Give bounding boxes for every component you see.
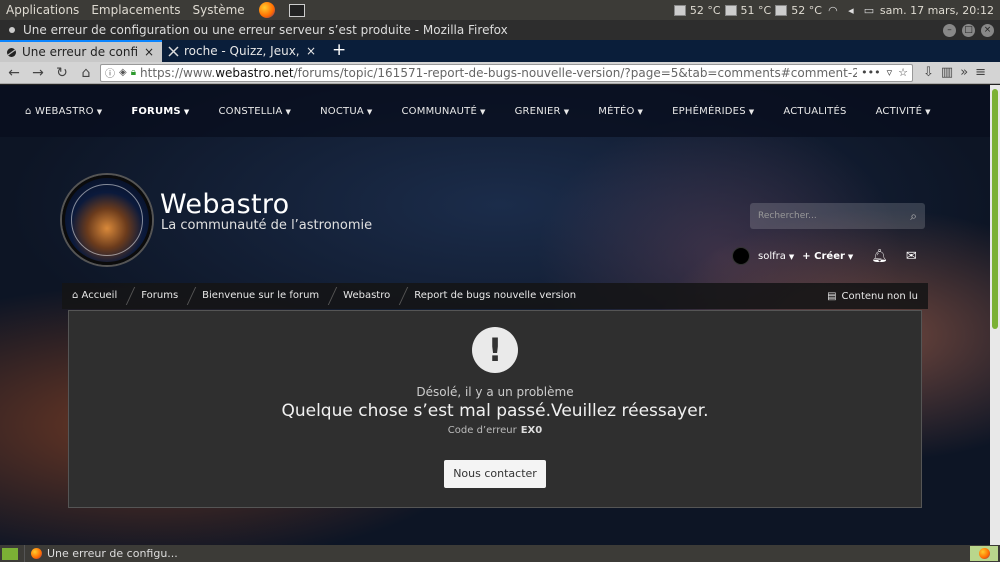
nav-noctua[interactable]: NOCTUA ▼ bbox=[320, 106, 372, 117]
library-icon[interactable]: ▥ bbox=[941, 65, 953, 80]
breadcrumb-bienvenue[interactable]: Bienvenue sur le forum bbox=[192, 283, 333, 309]
error-code-line: Code d’erreur EX0 bbox=[447, 425, 543, 436]
bottom-taskbar: Une erreur de configu... bbox=[0, 545, 1000, 562]
window-titlebar: Une erreur de configuration ou une erreu… bbox=[0, 20, 1000, 40]
bookmark-star-icon[interactable]: ☆ bbox=[898, 66, 908, 79]
temperature-icon bbox=[775, 4, 788, 16]
nav-constellia[interactable]: CONSTELLIA ▼ bbox=[218, 106, 291, 117]
navigation-toolbar: ← → ↻ ⌂ ⓘ ◈ 🔒︎ https://www.webastro.net/… bbox=[0, 62, 1000, 84]
close-window-button[interactable]: × bbox=[981, 23, 994, 37]
pocket-icon[interactable]: ▿ bbox=[887, 66, 893, 79]
system-tray: 52 °C 51 °C 52 °C ◠ ◂ ▭ sam. 17 mars, 20… bbox=[673, 3, 1000, 17]
avatar[interactable] bbox=[732, 247, 750, 265]
cpu-temp-1: 52 °C bbox=[689, 3, 721, 17]
tab-roche[interactable]: roche - Quizz, Jeux, déte × bbox=[162, 40, 324, 62]
site-navigation: ⌂ WEBASTRO ▼ FORUMS ▼ CONSTELLIA ▼ NOCTUA ▼ … bbox=[0, 85, 990, 137]
cpu-temp-3: 52 °C bbox=[791, 3, 822, 17]
volume-icon[interactable]: ◂ bbox=[844, 4, 858, 17]
desktop-top-panel: Applications Emplacements Système 52 °C … bbox=[0, 0, 1000, 20]
home-icon: ⌂ bbox=[72, 290, 82, 301]
cpu-temp-2: 51 °C bbox=[740, 3, 772, 17]
firefox-icon bbox=[31, 548, 42, 559]
workspace-switcher[interactable] bbox=[970, 546, 998, 561]
create-menu[interactable]: + Créer ▼ bbox=[802, 251, 853, 262]
search-icon[interactable]: ⌕ bbox=[910, 209, 917, 224]
overflow-menu-icon[interactable]: » bbox=[960, 65, 968, 80]
lock-icon[interactable]: 🔒︎ bbox=[131, 67, 136, 78]
webastro-favicon-icon bbox=[6, 47, 17, 58]
tab-bar: Une erreur de configurat × roche - Quizz… bbox=[0, 40, 1000, 62]
firefox-launcher-icon[interactable] bbox=[258, 2, 275, 18]
nav-forums[interactable]: FORUMS ▼ bbox=[131, 106, 189, 117]
unread-content-link[interactable]: ▤ Contenu non lu bbox=[827, 291, 928, 302]
user-menu[interactable]: solfra ▼ bbox=[758, 251, 794, 262]
nav-meteo[interactable]: MÉTÉO ▼ bbox=[598, 106, 643, 117]
exclamation-icon: ! bbox=[472, 327, 518, 373]
nav-ephemerides[interactable]: EPHÉMÉRIDES ▼ bbox=[672, 106, 754, 117]
breadcrumb-home[interactable]: ⌂ Accueil bbox=[62, 283, 131, 309]
nav-grenier[interactable]: GRENIER ▼ bbox=[515, 106, 570, 117]
page-scrollbar[interactable] bbox=[990, 85, 1000, 545]
temperature-icon bbox=[673, 4, 686, 16]
error-panel: ! Désolé, il y a un problème Quelque cho… bbox=[68, 310, 922, 508]
breadcrumb-topic[interactable]: Report de bugs nouvelle version bbox=[404, 283, 590, 309]
wifi-icon[interactable]: ◠ bbox=[826, 4, 840, 17]
forward-button[interactable]: → bbox=[28, 64, 48, 82]
user-bar: solfra ▼ + Créer ▼ 🔔︎ ✉ bbox=[732, 247, 917, 265]
nav-actualites[interactable]: ACTUALITÉS bbox=[783, 106, 846, 117]
nav-activite[interactable]: ACTIVITÉ ▼ bbox=[876, 106, 931, 117]
tab-close-icon[interactable]: × bbox=[304, 44, 318, 58]
bell-icon[interactable]: 🔔︎ bbox=[871, 249, 888, 264]
firefox-icon bbox=[978, 548, 990, 559]
search-input[interactable] bbox=[758, 211, 911, 221]
url-text[interactable]: https://www.webastro.net/forums/topic/16… bbox=[140, 66, 857, 80]
reload-button[interactable]: ↻ bbox=[52, 64, 72, 82]
nav-webastro[interactable]: ⌂ WEBASTRO ▼ bbox=[25, 106, 102, 117]
temperature-icon bbox=[724, 4, 737, 16]
terminal-launcher-icon[interactable] bbox=[288, 3, 305, 17]
window-dot-icon bbox=[9, 27, 15, 33]
nav-communaute[interactable]: COMMUNAUTÉ ▼ bbox=[401, 106, 485, 117]
tab-close-icon[interactable]: × bbox=[142, 45, 156, 59]
tracking-shield-icon[interactable]: ◈ bbox=[119, 67, 127, 78]
tab-error[interactable]: Une erreur de configurat × bbox=[0, 40, 162, 62]
error-message: Quelque chose s’est mal passé.Veuillez r… bbox=[281, 401, 709, 421]
home-icon: ⌂ bbox=[25, 105, 35, 117]
search-box: ⌕ bbox=[750, 203, 925, 229]
contact-button[interactable]: Nous contacter bbox=[444, 460, 546, 488]
new-tab-button[interactable]: + bbox=[324, 40, 354, 62]
clock[interactable]: sam. 17 mars, 20:12 bbox=[880, 4, 994, 17]
error-subtitle: Désolé, il y a un problème bbox=[416, 385, 574, 399]
tab-title: roche - Quizz, Jeux, déte bbox=[184, 44, 299, 58]
address-bar[interactable]: ⓘ ◈ 🔒︎ https://www.webastro.net/forums/t… bbox=[100, 63, 913, 82]
site-title[interactable]: Webastro bbox=[160, 189, 290, 220]
site-logo[interactable] bbox=[62, 175, 152, 265]
breadcrumb-forums[interactable]: Forums bbox=[131, 283, 192, 309]
envelope-icon[interactable]: ✉ bbox=[906, 249, 917, 264]
page-actions-icon[interactable]: ••• bbox=[861, 66, 880, 79]
minimize-button[interactable]: – bbox=[943, 23, 956, 37]
site-tagline: La communauté de l’astronomie bbox=[161, 218, 373, 233]
breadcrumb-webastro[interactable]: Webastro bbox=[333, 283, 404, 309]
menu-applications[interactable]: Applications bbox=[0, 3, 85, 17]
battery-icon[interactable]: ▭ bbox=[862, 4, 876, 17]
download-icon[interactable]: ⇩ bbox=[923, 65, 934, 80]
window-title: Une erreur de configuration ou une erreu… bbox=[23, 23, 508, 37]
home-button[interactable]: ⌂ bbox=[76, 64, 96, 82]
back-button[interactable]: ← bbox=[4, 64, 24, 82]
menu-places[interactable]: Emplacements bbox=[85, 3, 186, 17]
show-desktop-button[interactable] bbox=[2, 547, 18, 560]
quiz-favicon-icon bbox=[168, 45, 179, 57]
error-code: EX0 bbox=[520, 425, 543, 436]
menu-system[interactable]: Système bbox=[187, 3, 251, 17]
hamburger-menu-icon[interactable]: ≡ bbox=[975, 65, 986, 80]
maximize-button[interactable]: □ bbox=[962, 23, 975, 37]
taskbar-firefox-window[interactable]: Une erreur de configu... bbox=[24, 545, 186, 562]
site-info-icon[interactable]: ⓘ bbox=[105, 65, 115, 80]
tab-title: Une erreur de configurat bbox=[22, 45, 137, 59]
list-icon: ▤ bbox=[827, 290, 837, 302]
web-page: ⌂ WEBASTRO ▼ FORUMS ▼ CONSTELLIA ▼ NOCTUA ▼ … bbox=[0, 85, 990, 545]
breadcrumb: ⌂ Accueil Forums Bienvenue sur le forum … bbox=[62, 283, 928, 309]
